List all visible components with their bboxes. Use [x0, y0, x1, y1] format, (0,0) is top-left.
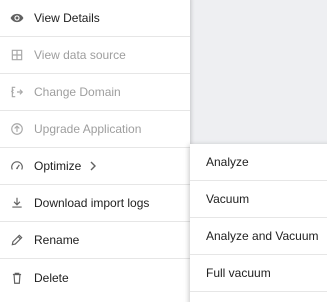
menu-item-change-domain[interactable]: Change Domain	[0, 74, 190, 111]
menu-item-optimize[interactable]: Optimize	[0, 148, 190, 185]
menu-item-label: View data source	[34, 48, 126, 62]
speedometer-icon	[10, 159, 24, 173]
menu-item-view-data-source[interactable]: View data source	[0, 37, 190, 74]
menu-item-label: Rename	[34, 233, 80, 247]
menu-item-label: Delete	[34, 270, 69, 285]
submenu-item-label: Full vacuum	[206, 266, 271, 280]
swap-domain-icon	[10, 85, 24, 99]
upgrade-arrow-circle-icon	[10, 122, 24, 136]
menu-item-view-details[interactable]: View Details	[0, 0, 190, 37]
submenu-item-label: Vacuum	[206, 192, 250, 206]
menu-item-label: Upgrade Application	[34, 122, 142, 136]
submenu-item-analyze[interactable]: Analyze	[190, 144, 327, 181]
menu-item-label: View Details	[34, 11, 100, 25]
page: View Details View data source Change Dom…	[0, 0, 327, 302]
submenu-item-label: Analyze	[206, 155, 249, 169]
menu-item-label: Optimize	[34, 159, 82, 173]
submenu-item-full-vacuum[interactable]: Full vacuum	[190, 255, 327, 292]
menu-item-rename[interactable]: Rename	[0, 222, 190, 259]
pencil-icon	[10, 233, 24, 247]
chevron-right-icon	[89, 161, 97, 171]
download-icon	[10, 196, 24, 210]
context-menu: View Details View data source Change Dom…	[0, 0, 190, 302]
menu-item-label: Download import logs	[34, 196, 150, 210]
optimize-submenu: Analyze Vacuum Analyze and Vacuum Full v…	[190, 144, 327, 302]
menu-item-upgrade-application[interactable]: Upgrade Application	[0, 111, 190, 148]
submenu-item-label: Analyze and Vacuum	[206, 229, 319, 243]
menu-item-label: Change Domain	[34, 85, 121, 99]
submenu-item-vacuum[interactable]: Vacuum	[190, 181, 327, 218]
menu-item-delete[interactable]: Delete	[0, 259, 190, 296]
trash-icon	[10, 271, 24, 285]
submenu-item-analyze-and-vacuum[interactable]: Analyze and Vacuum	[190, 218, 327, 255]
menu-item-download-import-logs[interactable]: Download import logs	[0, 185, 190, 222]
eye-icon	[10, 11, 24, 25]
table-grid-icon	[10, 48, 24, 62]
